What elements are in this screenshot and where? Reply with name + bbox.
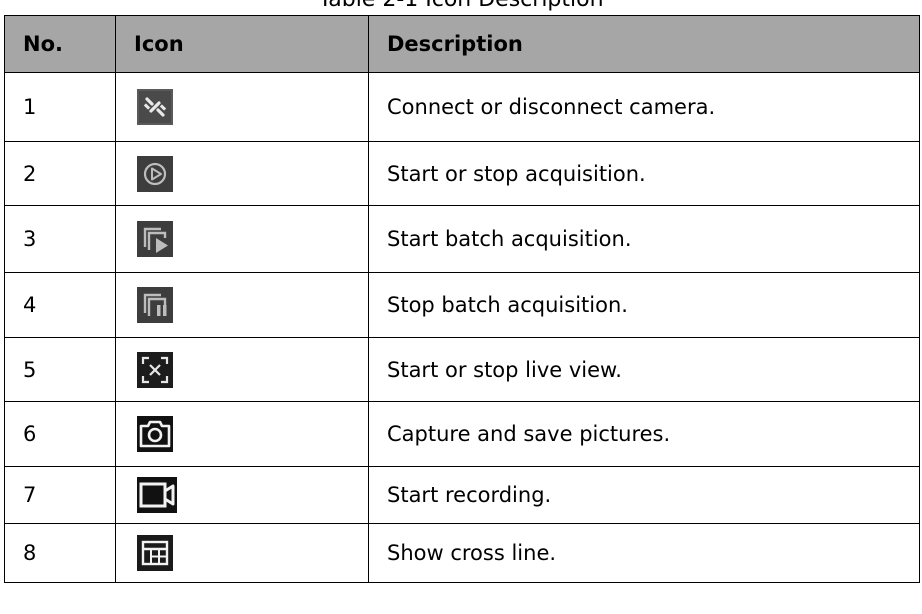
table-row: 7 Start recording. bbox=[4, 466, 920, 524]
connect-disconnect-camera-icon bbox=[137, 89, 173, 125]
row-description: Start batch acquisition. bbox=[368, 205, 920, 273]
row-number: 2 bbox=[4, 141, 116, 206]
cross-line-grid-icon bbox=[137, 535, 173, 571]
row-description: Capture and save pictures. bbox=[368, 401, 920, 467]
row-number: 7 bbox=[4, 466, 116, 524]
table-row: 3 Start batch acquisition. bbox=[4, 205, 920, 273]
play-circle-icon bbox=[137, 155, 173, 192]
row-description: Start or stop live view. bbox=[368, 337, 920, 402]
row-icon-cell bbox=[115, 523, 369, 583]
row-icon-cell bbox=[115, 205, 369, 273]
row-icon-cell bbox=[115, 466, 369, 524]
row-description: Start recording. bbox=[368, 466, 920, 524]
header-icon: Icon bbox=[115, 15, 369, 73]
row-number: 4 bbox=[4, 272, 116, 338]
row-icon-cell bbox=[115, 141, 369, 206]
table-row: 4 Stop batch acquisition. bbox=[4, 272, 920, 338]
row-number: 1 bbox=[4, 72, 116, 142]
table-row: 5 Start or stop live view. bbox=[4, 337, 920, 402]
row-description: Connect or disconnect camera. bbox=[368, 72, 920, 142]
table-header-row: No. Icon Description bbox=[4, 15, 920, 73]
live-view-focus-icon bbox=[137, 351, 173, 388]
batch-play-icon bbox=[137, 221, 173, 257]
row-description: Show cross line. bbox=[368, 523, 920, 583]
row-icon-cell bbox=[115, 337, 369, 402]
header-no: No. bbox=[4, 15, 116, 73]
icon-description-table: No. Icon Description 1 Connect or discon… bbox=[4, 15, 920, 583]
header-description: Description bbox=[368, 15, 920, 73]
table-row: 8 Show cross line. bbox=[4, 523, 920, 583]
row-icon-cell bbox=[115, 401, 369, 467]
table-row: 6 Capture and save pictures. bbox=[4, 401, 920, 467]
row-icon-cell bbox=[115, 72, 369, 142]
table-row: 2 Start or stop acquisition. bbox=[4, 141, 920, 206]
video-record-icon bbox=[137, 477, 177, 513]
row-number: 6 bbox=[4, 401, 116, 467]
row-description: Start or stop acquisition. bbox=[368, 141, 920, 206]
row-number: 8 bbox=[4, 523, 116, 583]
table-row: 1 Connect or disconnect camera. bbox=[4, 72, 920, 142]
row-icon-cell bbox=[115, 272, 369, 338]
row-description: Stop batch acquisition. bbox=[368, 272, 920, 338]
camera-capture-icon bbox=[137, 416, 173, 452]
row-number: 5 bbox=[4, 337, 116, 402]
table-caption: Table 2-1 Icon Description bbox=[0, 0, 922, 13]
row-number: 3 bbox=[4, 205, 116, 273]
batch-pause-icon bbox=[137, 287, 173, 323]
